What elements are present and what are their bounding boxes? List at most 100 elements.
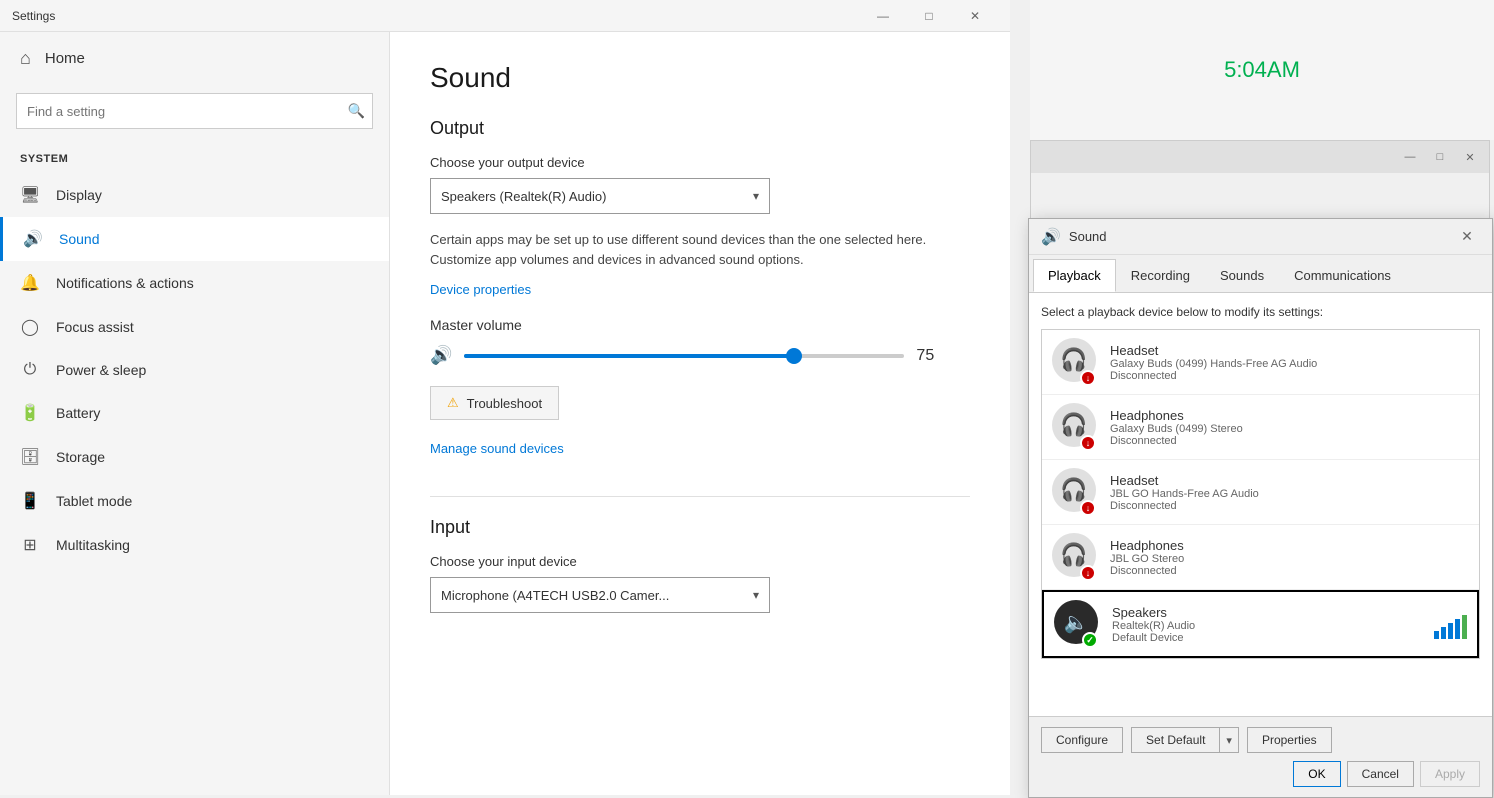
sidebar-item-power[interactable]: ⏻ Power & sleep: [0, 349, 389, 391]
device-properties-link[interactable]: Device properties: [430, 282, 531, 297]
sidebar-item-battery[interactable]: 🔋 Battery: [0, 391, 389, 435]
settings-window: Settings — □ ✕ ⌂ Home 🔍 System 🖥 Display: [0, 0, 1010, 795]
disconnected-badge: ↓: [1080, 370, 1096, 386]
output-device-dropdown[interactable]: Speakers (Realtek(R) Audio) ▾: [430, 178, 770, 214]
tab-recording[interactable]: Recording: [1116, 259, 1205, 292]
troubleshoot-label: Troubleshoot: [467, 396, 542, 411]
device-info: Headset JBL GO Hands-Free AG Audio Disco…: [1110, 473, 1469, 512]
dialog-footer: Configure Set Default ▾ Properties OK Ca…: [1029, 716, 1492, 797]
device-sub: Galaxy Buds (0499) Stereo: [1110, 423, 1469, 435]
device-info: Headphones JBL GO Stereo Disconnected: [1110, 538, 1469, 577]
disconnected-badge: ↓: [1080, 565, 1096, 581]
section-divider: [430, 496, 970, 497]
dialog-titlebar: 🔊 Sound ✕: [1029, 219, 1492, 255]
cancel-button[interactable]: Cancel: [1347, 761, 1414, 787]
settings-body: ⌂ Home 🔍 System 🖥 Display 🔊 Sound 🔔 Noti…: [0, 32, 1010, 795]
dialog-title-left: 🔊 Sound: [1041, 227, 1107, 247]
selected-output-device: Speakers (Realtek(R) Audio): [441, 189, 606, 204]
manage-sound-devices-link[interactable]: Manage sound devices: [430, 441, 564, 456]
output-section-title: Output: [430, 118, 970, 139]
tab-playback[interactable]: Playback: [1033, 259, 1116, 292]
power-icon: ⏻: [20, 361, 40, 379]
vol-bar-4: [1455, 619, 1460, 639]
master-volume-label: Master volume: [430, 317, 970, 333]
choose-output-label: Choose your output device: [430, 155, 970, 170]
input-device-dropdown[interactable]: Microphone (A4TECH USB2.0 Camer... ▾: [430, 577, 770, 613]
sidebar-item-home[interactable]: ⌂ Home: [0, 32, 389, 85]
troubleshoot-button[interactable]: ⚠ Troubleshoot: [430, 386, 559, 420]
device-name: Headset: [1110, 473, 1469, 488]
title-bar: Settings — □ ✕: [0, 0, 1010, 32]
minimize-button[interactable]: —: [860, 0, 906, 32]
footer-bottom-row: OK Cancel Apply: [1041, 761, 1480, 787]
device-sub: JBL GO Hands-Free AG Audio: [1110, 488, 1469, 500]
sound-dialog: 🔊 Sound ✕ Playback Recording Sounds Comm…: [1028, 218, 1493, 798]
device-status: Disconnected: [1110, 435, 1469, 447]
volume-speaker-icon: 🔊: [430, 345, 452, 366]
ok-button[interactable]: OK: [1293, 761, 1340, 787]
page-title: Sound: [430, 62, 970, 94]
tab-communications[interactable]: Communications: [1279, 259, 1406, 292]
device-info: Speakers Realtek(R) Audio Default Device: [1112, 605, 1424, 644]
maximize-button[interactable]: □: [906, 0, 952, 32]
configure-button[interactable]: Configure: [1041, 727, 1123, 753]
device-sub: Realtek(R) Audio: [1112, 620, 1424, 632]
storage-label: Storage: [56, 449, 105, 465]
sidebar-item-tablet[interactable]: 📱 Tablet mode: [0, 479, 389, 523]
sidebar-item-multitasking[interactable]: ⊞ Multitasking: [0, 523, 389, 567]
bg-close-button[interactable]: ✕: [1455, 144, 1485, 170]
dialog-sound-icon: 🔊: [1041, 227, 1061, 247]
sidebar: ⌂ Home 🔍 System 🖥 Display 🔊 Sound 🔔 Noti…: [0, 32, 390, 795]
focus-label: Focus assist: [56, 319, 134, 335]
home-icon: ⌂: [20, 48, 31, 69]
footer-top-row: Configure Set Default ▾ Properties: [1041, 727, 1480, 753]
sidebar-item-storage[interactable]: 🗄 Storage: [0, 435, 389, 479]
device-status: Disconnected: [1110, 500, 1469, 512]
apply-button[interactable]: Apply: [1420, 761, 1480, 787]
sidebar-item-sound[interactable]: 🔊 Sound: [0, 217, 389, 261]
storage-icon: 🗄: [20, 447, 40, 467]
device-item-headset-jbl-hf[interactable]: 🎧 ↓ Headset JBL GO Hands-Free AG Audio D…: [1042, 460, 1479, 525]
device-icon-wrap: 🎧 ↓: [1052, 338, 1100, 386]
sidebar-item-notifications[interactable]: 🔔 Notifications & actions: [0, 261, 389, 305]
window-title: Settings: [12, 9, 55, 23]
device-sub: JBL GO Stereo: [1110, 553, 1469, 565]
bg-maximize-button[interactable]: □: [1425, 144, 1455, 170]
device-name: Headphones: [1110, 538, 1469, 553]
bg-minimize-button[interactable]: —: [1395, 144, 1425, 170]
vol-bar-1: [1434, 631, 1439, 639]
tablet-icon: 📱: [20, 491, 40, 511]
notifications-icon: 🔔: [20, 273, 40, 293]
search-icon: 🔍: [348, 103, 365, 120]
device-sub: Galaxy Buds (0499) Hands-Free AG Audio: [1110, 358, 1469, 370]
device-item-speakers-realtek[interactable]: 🔈 ✓ Speakers Realtek(R) Audio Default De…: [1042, 590, 1479, 658]
device-volume-bars: [1434, 609, 1467, 639]
dialog-close-button[interactable]: ✕: [1454, 224, 1480, 250]
device-item-headset-galaxy-hf[interactable]: 🎧 ↓ Headset Galaxy Buds (0499) Hands-Fre…: [1042, 330, 1479, 395]
search-input[interactable]: [16, 93, 373, 129]
sidebar-item-display[interactable]: 🖥 Display: [0, 173, 389, 217]
device-item-headphones-galaxy[interactable]: 🎧 ↓ Headphones Galaxy Buds (0499) Stereo…: [1042, 395, 1479, 460]
vol-bar-2: [1441, 627, 1446, 639]
home-label: Home: [45, 50, 85, 67]
device-icon-wrap: 🎧 ↓: [1052, 468, 1100, 516]
device-item-headphones-jbl[interactable]: 🎧 ↓ Headphones JBL GO Stereo Disconnecte…: [1042, 525, 1479, 590]
set-default-arrow-button[interactable]: ▾: [1219, 727, 1239, 753]
tab-sounds[interactable]: Sounds: [1205, 259, 1279, 292]
device-icon-wrap: 🔈 ✓: [1054, 600, 1102, 648]
clock-area: 5:04AM: [1030, 0, 1494, 140]
device-status: Default Device: [1112, 632, 1424, 644]
choose-input-label: Choose your input device: [430, 554, 970, 569]
set-default-button[interactable]: Set Default: [1131, 727, 1219, 753]
volume-thumb[interactable]: [786, 348, 802, 364]
volume-slider[interactable]: [464, 354, 904, 358]
output-info-text: Certain apps may be set up to use differ…: [430, 230, 970, 269]
bg-window-titlebar: — □ ✕: [1031, 141, 1489, 173]
properties-button[interactable]: Properties: [1247, 727, 1332, 753]
focus-icon: ◯: [20, 317, 40, 337]
dialog-title-text: Sound: [1069, 229, 1107, 244]
close-button[interactable]: ✕: [952, 0, 998, 32]
device-status: Disconnected: [1110, 370, 1469, 382]
selected-input-device: Microphone (A4TECH USB2.0 Camer...: [441, 588, 669, 603]
sidebar-item-focus[interactable]: ◯ Focus assist: [0, 305, 389, 349]
